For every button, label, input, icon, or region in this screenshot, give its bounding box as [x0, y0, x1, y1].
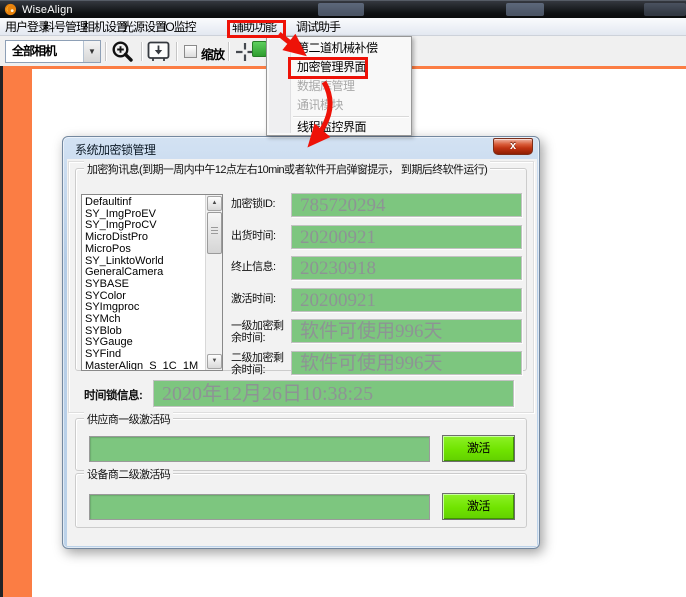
- supplier-activation-input[interactable]: [89, 436, 430, 462]
- menuitem-encryption-management[interactable]: 加密管理界面: [267, 58, 411, 77]
- listbox-scrollbar[interactable]: ▲ ▼: [205, 195, 222, 370]
- menu-debug-helper[interactable]: 调试助手: [293, 18, 343, 36]
- ship-date-label: 出货时间:: [231, 230, 289, 242]
- aux-functions-dropdown: 第二道机械补偿 加密管理界面 数据库管理 通讯模块 线程监控界面: [266, 36, 412, 136]
- device-activation-label: 设备商二级激活码: [84, 466, 173, 482]
- menubar: 用户登录 料号管理 相机设置 光源设置 IO监控 辅助功能 调试助手: [0, 18, 686, 36]
- zoom-checkbox[interactable]: [184, 45, 197, 58]
- scrollbar-thumb[interactable]: [207, 212, 222, 254]
- menuitem-thread-monitor[interactable]: 线程监控界面: [267, 118, 411, 137]
- lock-id-label: 加密锁ID:: [231, 198, 289, 210]
- list-item[interactable]: SYBASE: [85, 279, 204, 291]
- scroll-down-icon[interactable]: ▼: [207, 354, 222, 369]
- list-item[interactable]: Defaultinf: [85, 197, 204, 209]
- zoom-in-icon[interactable]: [110, 39, 135, 64]
- menuitem-database-management: 数据库管理: [267, 77, 411, 96]
- supplier-activation-groupbox: 供应商一级激活码 激活: [75, 418, 527, 471]
- wisealign-logo-icon: [4, 3, 17, 16]
- lock-id-value: 785720294: [291, 193, 522, 217]
- scroll-up-icon[interactable]: ▲: [207, 196, 222, 211]
- menuitem-second-pass-compensation[interactable]: 第二道机械补偿: [267, 39, 411, 58]
- expire-info-value: 20230918: [291, 256, 522, 280]
- toolbar-separator: [105, 42, 106, 61]
- chevron-down-icon[interactable]: ▼: [83, 41, 100, 62]
- level1-remaining-label: 一级加密剩余时间:: [231, 320, 289, 344]
- encryption-lock-dialog: 系统加密锁管理 x 加密狗讯息(到期一周内中午12点左右10min或者软件开启弹…: [62, 136, 540, 549]
- camera-select-dropdown[interactable]: 全部相机 ▼: [5, 40, 101, 63]
- menu-separator: [293, 116, 409, 117]
- list-item[interactable]: SYMch: [85, 314, 204, 326]
- level2-remaining-label: 二级加密剩余时间:: [231, 352, 289, 376]
- device-activate-button[interactable]: 激活: [442, 493, 515, 520]
- window-title: WiseAlign: [22, 4, 73, 16]
- time-lock-value: 2020年12月26日10:38:25: [153, 380, 514, 407]
- module-listbox[interactable]: Defaultinf SY_ImgProEV SY_ImgProCV Micro…: [81, 194, 223, 371]
- supplier-activate-button[interactable]: 激活: [442, 435, 515, 462]
- supplier-activation-label: 供应商一级激活码: [84, 411, 173, 427]
- time-lock-label: 时间锁信息:: [84, 387, 150, 403]
- close-icon[interactable]: x: [493, 138, 533, 155]
- ship-date-value: 20200921: [291, 225, 522, 249]
- green-tool-icon[interactable]: [252, 41, 267, 57]
- activate-date-value: 20200921: [291, 288, 522, 312]
- toolbar-separator: [228, 42, 229, 61]
- module-list: Defaultinf SY_ImgProEV SY_ImgProCV Micro…: [85, 197, 204, 370]
- activate-date-label: 激活时间:: [231, 293, 289, 305]
- device-activation-input[interactable]: [89, 494, 430, 520]
- menuitem-comm-module: 通讯模块: [267, 96, 411, 115]
- toolbar-separator: [141, 42, 142, 61]
- zoom-checkbox-label: 缩放: [201, 44, 224, 63]
- dialog-title: 系统加密锁管理: [75, 141, 156, 158]
- menu-io-monitor[interactable]: IO监控: [160, 18, 199, 36]
- level2-remaining-value: 软件可使用996天: [291, 351, 522, 375]
- level1-remaining-value: 软件可使用996天: [291, 319, 522, 343]
- dongle-info-groupbox-label: 加密狗讯息(到期一周内中午12点左右10min或者软件开启弹窗提示， 到期后终软…: [84, 161, 490, 177]
- list-item[interactable]: MicroPos: [85, 244, 204, 256]
- list-item[interactable]: MasterAlign_S_1C_1M: [85, 361, 204, 370]
- dialog-client-area: 加密狗讯息(到期一周内中午12点左右10min或者软件开启弹窗提示， 到期后终软…: [67, 159, 537, 546]
- expire-info-label: 终止信息:: [231, 261, 289, 273]
- titlebar: WiseAlign: [0, 0, 686, 18]
- thumb-grip: [211, 230, 218, 231]
- titlebar-glass-reflection: [318, 3, 364, 16]
- titlebar-glass-reflection: [644, 3, 686, 16]
- viewport-orange-sidebar: [3, 69, 32, 597]
- save-capture-icon[interactable]: [147, 41, 170, 62]
- device-activation-groupbox: 设备商二级激活码 激活: [75, 473, 527, 528]
- toolbar-separator: [176, 42, 177, 61]
- menu-aux-functions[interactable]: 辅助功能: [229, 18, 279, 36]
- titlebar-glass-reflection: [506, 3, 544, 16]
- camera-select-value: 全部相机: [6, 41, 83, 62]
